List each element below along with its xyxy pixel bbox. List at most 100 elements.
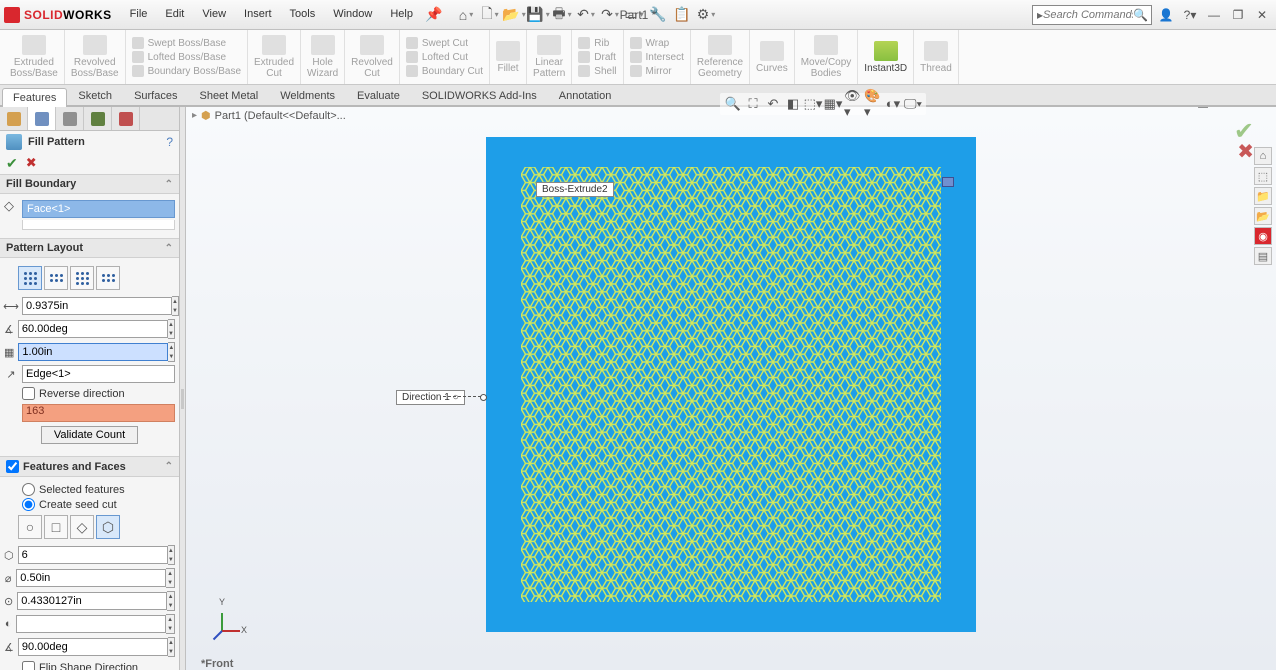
create-seed-cut-row[interactable]: Create seed cut	[22, 498, 175, 511]
feature-tree-flyout[interactable]: ▸ ⬢ Part1 (Default<<Default>...	[192, 109, 346, 122]
tab-evaluate[interactable]: Evaluate	[346, 86, 411, 105]
model-plate[interactable]	[486, 137, 976, 632]
search-magnifier-icon[interactable]: 🔍	[1133, 8, 1148, 22]
print-icon[interactable]: 🖶	[551, 4, 573, 26]
menu-view[interactable]: View	[194, 4, 234, 26]
zoom-fit-icon[interactable]: 🔍	[724, 95, 742, 113]
rotation-spinner[interactable]: ▲▼	[168, 637, 175, 657]
resources-tab-icon[interactable]: ⬚	[1254, 167, 1272, 185]
previous-view-icon[interactable]: ↶	[764, 95, 782, 113]
property-help-icon[interactable]: ?	[166, 135, 173, 149]
menu-help[interactable]: Help	[382, 4, 421, 26]
tab-annotation[interactable]: Annotation	[548, 86, 623, 105]
display-manager-tab[interactable]	[112, 107, 140, 130]
undo-icon[interactable]: ↶	[575, 4, 597, 26]
shape-circle-button[interactable]: ○	[18, 515, 42, 539]
graphics-viewport[interactable]: ▸ ⬢ Part1 (Default<<Default>... ⧉ ◫ — □ …	[186, 107, 1276, 670]
open-icon[interactable]: 📂	[503, 4, 525, 26]
layout-circular-button[interactable]	[44, 266, 68, 290]
shape-square-button[interactable]: □	[44, 515, 68, 539]
sides-spinner[interactable]: ▲▼	[168, 545, 175, 565]
angle-input[interactable]	[18, 320, 168, 338]
feature-tree-tab[interactable]	[0, 107, 28, 130]
shape-polygon-button[interactable]: ⬡	[96, 515, 120, 539]
menu-insert[interactable]: Insert	[236, 4, 280, 26]
reject-feature-button[interactable]: ✖	[1237, 139, 1254, 164]
shape-diamond-button[interactable]: ◇	[70, 515, 94, 539]
file-props-icon[interactable]: 📋	[671, 4, 693, 26]
layout-square-button[interactable]	[70, 266, 94, 290]
menu-tools[interactable]: Tools	[282, 4, 324, 26]
display-style-icon[interactable]: ▦▾	[824, 95, 842, 113]
doc-popout-button[interactable]: ⧉	[1174, 107, 1192, 111]
doc-new-window-button[interactable]: ◫	[1194, 107, 1212, 111]
instant3d-button[interactable]: Instant3D	[858, 30, 914, 84]
design-library-tab-icon[interactable]: 📁	[1254, 187, 1272, 205]
options-icon[interactable]: ⚙	[695, 4, 717, 26]
cancel-button[interactable]: ✖	[26, 155, 37, 172]
fill-boundary-header[interactable]: Fill Boundary ⌃	[0, 174, 179, 194]
doc-minimize-button[interactable]: —	[1214, 107, 1232, 111]
home-tab-icon[interactable]: ⌂	[1254, 147, 1272, 165]
edit-appearance-icon[interactable]: 🎨▾	[864, 95, 882, 113]
fill-boundary-selection[interactable]: Face<1>	[22, 200, 175, 218]
tab-sheet-metal[interactable]: Sheet Metal	[188, 86, 269, 105]
layout-polygon-button[interactable]	[96, 266, 120, 290]
boss-extrude-callout[interactable]: Boss-Extrude2	[536, 182, 614, 197]
minimize-button[interactable]: —	[1204, 6, 1224, 24]
direction-callout[interactable]: Direction 1 ○	[396, 390, 465, 405]
save-icon[interactable]: 💾	[527, 4, 549, 26]
doc-close-button[interactable]: ✕	[1254, 107, 1272, 111]
validate-count-button[interactable]: Validate Count	[41, 426, 138, 444]
view-settings-icon[interactable]: 🖵▾	[904, 95, 922, 113]
diameter-input[interactable]	[16, 569, 166, 587]
tab-addins[interactable]: SOLIDWORKS Add-Ins	[411, 86, 548, 105]
config-manager-tab[interactable]	[56, 107, 84, 130]
file-explorer-tab-icon[interactable]: 📂	[1254, 207, 1272, 225]
features-faces-header[interactable]: Features and Faces ⌃	[0, 456, 179, 477]
selected-features-radio[interactable]	[22, 483, 35, 496]
flip-shape-checkbox[interactable]	[22, 661, 35, 670]
pin-icon[interactable]: 📌	[423, 4, 445, 26]
section-view-icon[interactable]: ◧	[784, 95, 802, 113]
create-seed-cut-radio[interactable]	[22, 498, 35, 511]
margin-input[interactable]	[18, 343, 168, 361]
hide-show-icon[interactable]: 👁▾	[844, 95, 862, 113]
flip-shape-row[interactable]: Flip Shape Direction	[22, 661, 175, 670]
reverse-direction-row[interactable]: Reverse direction	[22, 387, 175, 400]
doc-maximize-button[interactable]: □	[1234, 107, 1252, 111]
user-icon[interactable]: 👤	[1156, 6, 1176, 24]
margin-spinner[interactable]: ▲▼	[168, 342, 175, 362]
reverse-direction-checkbox[interactable]	[22, 387, 35, 400]
layout-perforation-button[interactable]	[18, 266, 42, 290]
view-palette-tab-icon[interactable]: ◉	[1254, 227, 1272, 245]
search-commands-box[interactable]: ▸ 🔍	[1032, 5, 1152, 25]
direction-selection[interactable]	[22, 365, 175, 383]
tab-surfaces[interactable]: Surfaces	[123, 86, 188, 105]
search-input[interactable]	[1043, 9, 1133, 21]
ok-button[interactable]: ✔	[6, 155, 18, 172]
menu-file[interactable]: File	[122, 4, 156, 26]
spacing-input[interactable]	[22, 297, 172, 315]
sides-input[interactable]	[18, 546, 168, 564]
redo-icon[interactable]: ↷	[599, 4, 621, 26]
new-icon[interactable]: 🗋	[479, 4, 501, 26]
tab-weldments[interactable]: Weldments	[269, 86, 346, 105]
fill-boundary-empty-row[interactable]	[22, 220, 175, 230]
view-triad[interactable]: Y X	[211, 605, 241, 635]
apply-scene-icon[interactable]: ◐▾	[884, 95, 902, 113]
diameter-spinner[interactable]: ▲▼	[166, 568, 175, 588]
tab-features[interactable]: Features	[2, 88, 67, 107]
blank-spinner[interactable]: ▲▼	[166, 614, 175, 634]
inner-spinner[interactable]: ▲▼	[167, 591, 175, 611]
close-button[interactable]: ✕	[1252, 6, 1272, 24]
help-icon[interactable]: ?▾	[1180, 6, 1200, 24]
menu-edit[interactable]: Edit	[157, 4, 192, 26]
rotation-input[interactable]	[18, 638, 168, 656]
pattern-layout-header[interactable]: Pattern Layout ⌃	[0, 238, 179, 258]
inner-input[interactable]	[17, 592, 167, 610]
blank-input[interactable]	[16, 615, 166, 633]
angle-spinner[interactable]: ▲▼	[168, 319, 175, 339]
selected-features-row[interactable]: Selected features	[22, 483, 175, 496]
manipulator-handle[interactable]	[942, 177, 954, 187]
